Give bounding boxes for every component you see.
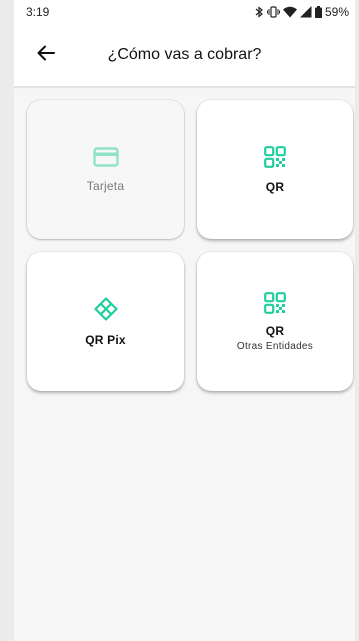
payment-option-label: QR Pix xyxy=(85,332,126,347)
wifi-icon xyxy=(282,6,297,18)
payment-option-qr-pix[interactable]: QR Pix xyxy=(27,252,184,391)
app-header: ¿Cómo vas a cobrar? xyxy=(14,24,355,86)
payment-option-label: QR xyxy=(265,179,285,194)
status-bar: 3:19 59% xyxy=(14,0,355,24)
payment-option-qr[interactable]: QR xyxy=(197,100,353,239)
qr-code-icon xyxy=(264,291,286,314)
credit-card-icon xyxy=(92,146,119,167)
device-frame-right xyxy=(355,0,359,641)
bluetooth-icon xyxy=(255,6,264,18)
payment-option-label: Tarjeta xyxy=(86,178,125,193)
status-icons: 59% xyxy=(255,5,355,19)
device-frame-left xyxy=(0,0,14,641)
payment-option-label: QR xyxy=(265,323,285,338)
app-screen: 3:19 59% ¿Cómo vas a cobrar? Tarjeta QR … xyxy=(14,0,355,641)
battery-percent: 59% xyxy=(324,5,349,19)
vibrate-icon xyxy=(266,6,280,18)
payment-option-sublabel: Otras Entidades xyxy=(236,340,314,352)
arrow-left-icon xyxy=(37,45,55,66)
cell-signal-icon xyxy=(299,6,312,18)
back-button[interactable] xyxy=(28,37,64,73)
header-divider xyxy=(14,86,355,88)
qr-code-icon xyxy=(264,145,286,168)
page-title: ¿Cómo vas a cobrar? xyxy=(107,46,262,63)
pix-icon xyxy=(93,296,118,321)
payment-option-qr-otras-entidades[interactable]: QR Otras Entidades xyxy=(197,252,353,391)
status-time: 3:19 xyxy=(26,5,50,19)
battery-icon xyxy=(314,6,322,18)
payment-option-tarjeta[interactable]: Tarjeta xyxy=(27,100,184,239)
